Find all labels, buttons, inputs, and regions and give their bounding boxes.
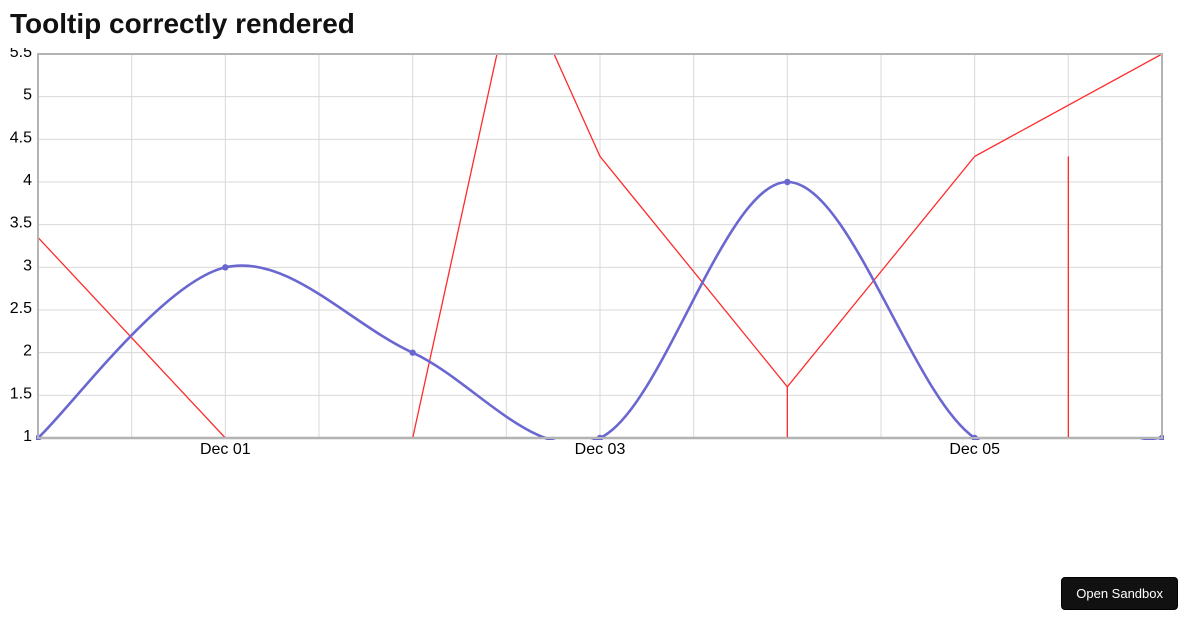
x-tick-label: Dec 01: [200, 441, 251, 458]
series-purple-point: [784, 179, 790, 185]
y-tick-label: 1.5: [10, 385, 32, 402]
line-chart: 1 1.5 2 2.5 3 3.5 4 4.5 5 5.5 Dec 01 Dec 03 Dec 05: [10, 48, 1168, 468]
grid: [38, 54, 1162, 438]
y-tick-label: 2.5: [10, 300, 32, 317]
x-axis: Dec 01 Dec 03 Dec 05: [200, 441, 1000, 458]
y-axis: 1 1.5 2 2.5 3 3.5 4 4.5 5 5.5: [10, 48, 32, 445]
y-tick-label: 5.5: [10, 48, 32, 61]
y-tick-label: 1: [23, 428, 32, 445]
y-tick-label: 5: [23, 87, 32, 104]
x-tick-label: Dec 03: [575, 441, 626, 458]
series-purple-point: [409, 349, 415, 355]
open-sandbox-button[interactable]: Open Sandbox: [1061, 577, 1178, 610]
x-tick-label: Dec 05: [949, 441, 1000, 458]
y-tick-label: 4: [23, 172, 32, 189]
page-title: Tooltip correctly rendered: [10, 8, 1190, 40]
y-tick-label: 3: [23, 257, 32, 274]
chart-container: 1 1.5 2 2.5 3 3.5 4 4.5 5 5.5 Dec 01 Dec 03 Dec 05: [10, 48, 1190, 468]
y-tick-label: 4.5: [10, 129, 32, 146]
series-purple-point: [222, 264, 228, 270]
y-tick-label: 3.5: [10, 215, 32, 232]
y-tick-label: 2: [23, 343, 32, 360]
